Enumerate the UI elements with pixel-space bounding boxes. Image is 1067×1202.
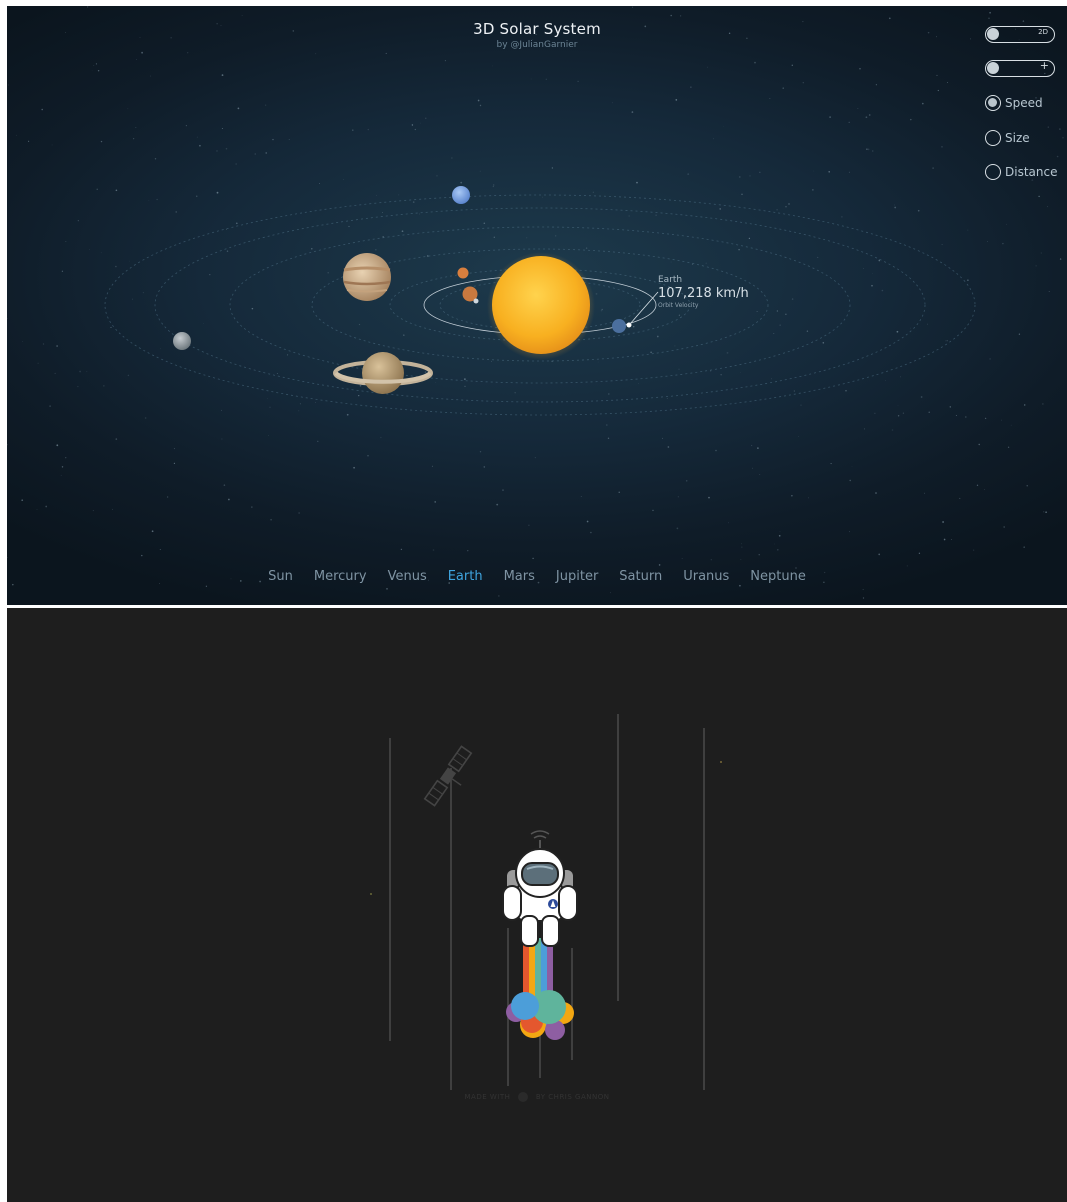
toggle-2d-label: 2D	[1038, 28, 1048, 36]
page-title: 3D Solar System	[473, 20, 601, 38]
nav-item-venus[interactable]: Venus	[388, 569, 427, 584]
planet-uranus[interactable]	[173, 332, 191, 350]
astronaut-scene	[370, 714, 722, 1090]
planet-nav: Sun Mercury Venus Earth Mars Jupiter Sat…	[7, 569, 1067, 584]
sun[interactable]	[492, 256, 590, 354]
planet-neptune[interactable]	[452, 186, 470, 204]
nav-item-saturn[interactable]: Saturn	[619, 569, 662, 584]
option-speed[interactable]: Speed	[985, 95, 1043, 111]
planet-info: Earth 107,218 km/h Orbit Velocity	[658, 275, 749, 309]
astronaut-view: MADE WITH BY CHRIS GANNON	[7, 608, 1067, 1202]
toggle-2d[interactable]: 2D	[985, 26, 1055, 43]
astronaut-icon	[502, 830, 578, 947]
option-size[interactable]: Size	[985, 130, 1030, 146]
footer-author[interactable]: BY CHRIS GANNON	[536, 1093, 610, 1101]
solar-system-view: 3D Solar System by @JulianGarnier 2D + S…	[7, 6, 1067, 605]
option-size-label: Size	[1005, 131, 1030, 145]
planet-jupiter[interactable]	[343, 253, 391, 301]
option-speed-label: Speed	[1005, 96, 1043, 110]
nav-item-jupiter[interactable]: Jupiter	[556, 569, 598, 584]
planet-info-name: Earth	[658, 275, 683, 285]
nav-item-earth[interactable]: Earth	[448, 569, 483, 584]
radio-size[interactable]	[985, 130, 1001, 146]
nav-item-neptune[interactable]: Neptune	[750, 569, 806, 584]
exhaust-cloud	[506, 990, 574, 1040]
earth-pointer-line	[629, 291, 659, 325]
footer-made-with: MADE WITH	[464, 1093, 511, 1101]
planet-info-label: Orbit Velocity	[658, 302, 699, 309]
radio-distance[interactable]	[985, 164, 1001, 180]
planet-mercury[interactable]	[457, 267, 469, 279]
toggle-knob	[987, 62, 999, 74]
toggle-zoom[interactable]: +	[985, 59, 1055, 77]
star-dot	[370, 893, 372, 895]
planet-saturn[interactable]	[333, 352, 433, 394]
nav-item-mercury[interactable]: Mercury	[314, 569, 367, 584]
option-distance-label: Distance	[1005, 165, 1058, 179]
star-dot	[720, 761, 722, 763]
footer-credit: MADE WITH BY CHRIS GANNON	[7, 1092, 1067, 1102]
planet-info-value: 107,218 km/h	[658, 286, 749, 301]
radio-speed[interactable]	[985, 95, 1001, 111]
nav-item-uranus[interactable]: Uranus	[683, 569, 729, 584]
orbit-scene	[104, 186, 976, 416]
planet-earth[interactable]	[612, 319, 626, 333]
option-distance[interactable]: Distance	[985, 164, 1057, 180]
nav-item-mars[interactable]: Mars	[504, 569, 535, 584]
satellite-icon	[423, 745, 473, 807]
nav-item-sun[interactable]: Sun	[268, 569, 293, 584]
toggle-knob	[987, 28, 999, 40]
plus-icon: +	[1039, 59, 1049, 72]
moon-mars	[473, 298, 479, 304]
codepen-logo-icon[interactable]	[518, 1092, 529, 1102]
byline[interactable]: by @JulianGarnier	[7, 40, 1067, 50]
